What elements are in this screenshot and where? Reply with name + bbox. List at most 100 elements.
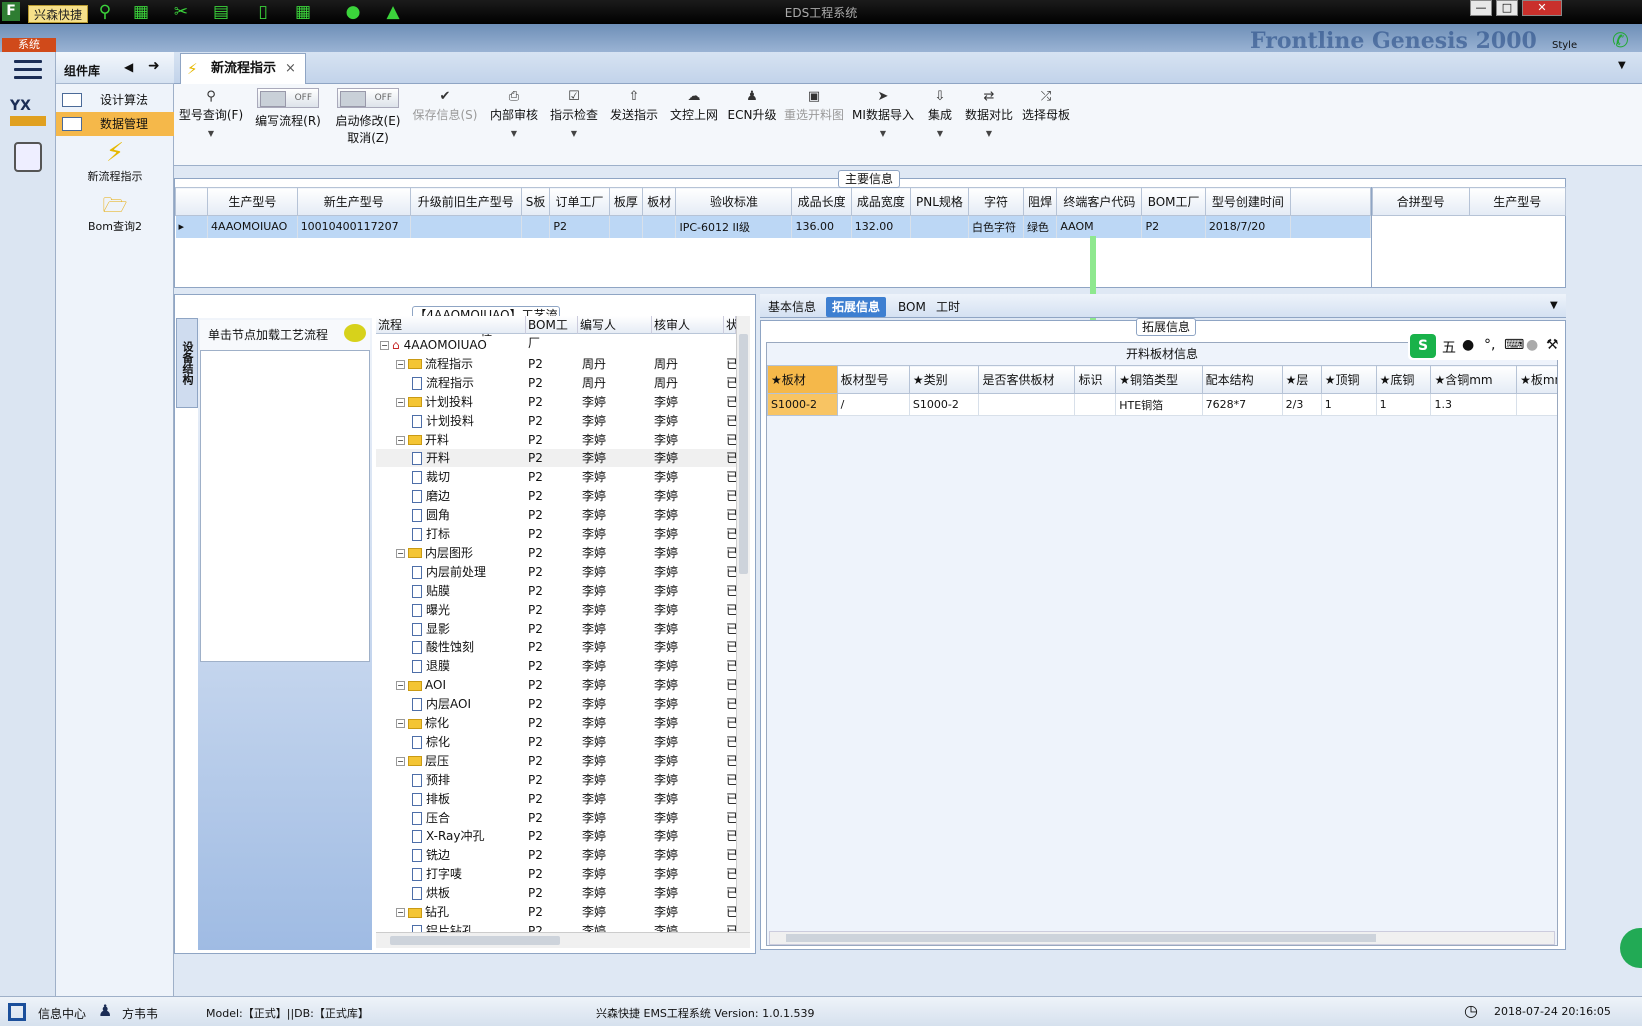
library-item-design-algorithm[interactable]: 设计算法 [56,88,174,112]
table-cell[interactable]: IPC-6012 II级 [675,215,793,238]
tree-node[interactable]: X-Ray冲孔 [412,827,484,845]
col-header[interactable]: 验收标准 [675,187,793,216]
tree-row[interactable]: − 计划投料 P2 李婷 李婷 已 [376,393,736,411]
tree-node[interactable]: 裁切 [412,468,450,486]
expand-toggle-icon[interactable]: − [396,681,405,691]
table-cell[interactable]: 136.00 [791,215,852,238]
col-header[interactable]: 板材 [642,187,677,216]
table-cell[interactable] [410,215,522,238]
tree-node[interactable]: 排板 [412,790,450,808]
col-header[interactable]: 合拼型号 [1372,187,1470,216]
scroll-thumb[interactable] [786,934,1376,942]
col-header[interactable]: 订单工厂 [549,187,610,216]
tab-bom[interactable]: BOM [892,297,932,317]
pin-icon[interactable]: ➜ [148,58,160,74]
tree-node[interactable]: − 层压 [396,752,449,770]
hamburger-icon[interactable] [14,60,42,82]
tree-row[interactable]: 贴膜 P2 李婷 李婷 已 [376,582,736,600]
tree-node[interactable]: 内层前处理 [412,563,486,581]
table-row[interactable]: ▸ 4AAOMOIUAO 10010400117207 P2 IPC-6012 … [175,215,1371,238]
table-cell[interactable]: P2 [549,215,610,238]
tree-node[interactable]: 压合 [412,809,450,827]
tree-row[interactable]: X-Ray冲孔 P2 李婷 李婷 已 [376,827,736,845]
tree-row[interactable]: 排板 P2 李婷 李婷 已 [376,790,736,808]
table-cell[interactable]: 2018/7/20 [1205,215,1292,238]
tree-node[interactable]: 预排 [412,771,450,789]
library-item-bom-query[interactable]: 🗁 Bom查询2 [56,192,174,234]
table-cell[interactable]: 1 [1375,393,1432,416]
phone-icon[interactable]: ✆ [1612,28,1629,52]
col-header[interactable]: 成品长度 [791,187,852,216]
table-cell[interactable]: AAOM [1056,215,1143,238]
maximize-button[interactable]: □ [1496,0,1518,16]
col-header[interactable]: ★板mm [1516,365,1557,394]
col-header[interactable]: 板材型号 [836,365,910,394]
table-cell[interactable]: 4AAOMOIUAO [207,215,298,238]
col-header[interactable]: 型号创建时间 [1204,187,1292,216]
col-header[interactable]: BOM工厂 [526,316,578,350]
tree-row[interactable]: − 开料 P2 李婷 李婷 已 [376,431,736,449]
table-cell[interactable] [910,215,970,238]
col-header[interactable]: ★底铜 [1375,365,1432,394]
tree-node[interactable]: 计划投料 [412,412,474,430]
wrench-icon[interactable]: ⚒ [1546,337,1559,353]
tree-row[interactable]: 棕化 P2 李婷 李婷 已 [376,733,736,751]
expand-toggle-icon[interactable]: − [396,719,405,728]
tab-new-flow[interactable]: ⚡ 新流程指示 × [180,53,306,84]
keyboard-icon[interactable]: ⌨ [1504,337,1524,353]
tree-row[interactable]: 预排 P2 李婷 李婷 已 [376,771,736,789]
tab-menu-chevron-icon[interactable]: ▼ [1618,60,1626,71]
col-header[interactable]: 终端客户代码 [1056,187,1143,216]
tree-node[interactable]: 显影 [412,620,450,638]
dropdown-icon[interactable]: ▼ [546,129,602,138]
ecn-upgrade-button[interactable]: ♟ ECN升级 [726,88,778,162]
yx-tool-icon[interactable]: YX [10,98,46,132]
tree-node[interactable]: 棕化 [412,733,450,751]
write-flow-toggle[interactable]: OFF 编写流程(R) [250,88,326,162]
col-header[interactable]: 是否客供板材 [978,365,1076,394]
floating-badge[interactable] [1620,928,1642,968]
library-item-data-management[interactable]: 数据管理 [56,112,174,136]
col-header[interactable]: 编写人 [578,316,652,334]
user-icon[interactable]: ● [1526,337,1538,353]
tree-node[interactable]: 开料 [412,449,450,467]
instruction-check-button[interactable]: ☑ 指示检查 ▼ [546,88,602,162]
tree-node[interactable]: 曝光 [412,601,450,619]
col-header[interactable]: 标识 [1074,365,1117,394]
grid-horizontal-scrollbar[interactable] [769,931,1555,945]
tree-node[interactable]: 退膜 [412,657,450,675]
table-cell[interactable] [521,215,551,238]
tree-node[interactable]: − 开料 [396,431,449,449]
tree-node[interactable]: − 钻孔 [396,903,449,921]
tree-node[interactable]: 磨边 [412,487,450,505]
tree-node[interactable]: − 棕化 [396,714,449,732]
windows-grid-icon[interactable] [8,1003,26,1021]
tree-row[interactable]: 曝光 P2 李婷 李婷 已 [376,601,736,619]
tab-extended-info[interactable]: 拓展信息 [826,297,887,317]
col-header[interactable]: PNL规格 [909,187,970,216]
tree-node[interactable]: 打标 [412,525,450,543]
tree-row[interactable]: 压合 P2 李婷 李婷 已 [376,809,736,827]
flow-vertical-scrollbar[interactable] [736,316,750,932]
tree-row[interactable]: − AOI P2 李婷 李婷 已 [376,676,736,694]
tree-node[interactable]: 贴膜 [412,582,450,600]
col-header[interactable]: 生产型号 [207,187,298,216]
tree-node[interactable]: 圆角 [412,506,450,524]
col-header[interactable]: ★层 [1281,365,1322,394]
expand-toggle-icon[interactable]: − [396,359,405,369]
flow-horizontal-scrollbar[interactable] [376,932,750,948]
tree-row[interactable]: 内层前处理 P2 李婷 李婷 已 [376,563,736,581]
col-header[interactable]: BOM工厂 [1141,187,1206,216]
reselect-cut-chart-button[interactable]: ▣ 重选开料图 [782,88,846,162]
expand-toggle-icon[interactable]: − [380,341,389,350]
table-cell[interactable] [1516,393,1557,416]
col-header[interactable]: 升级前旧生产型号 [409,187,522,216]
table-cell[interactable]: HTE铜箔 [1115,393,1203,416]
col-header[interactable]: 配本结构 [1201,365,1283,394]
punctuation-icon[interactable]: °, [1484,337,1495,353]
tree-row[interactable]: 打字唛 P2 李婷 李婷 已 [376,865,736,883]
tree-node[interactable]: 铝片钻孔 [412,922,474,932]
table-cell[interactable] [642,215,677,238]
table-cell[interactable]: 1.3 [1430,393,1518,416]
tree-row[interactable]: 烘板 P2 李婷 李婷 已 [376,884,736,902]
